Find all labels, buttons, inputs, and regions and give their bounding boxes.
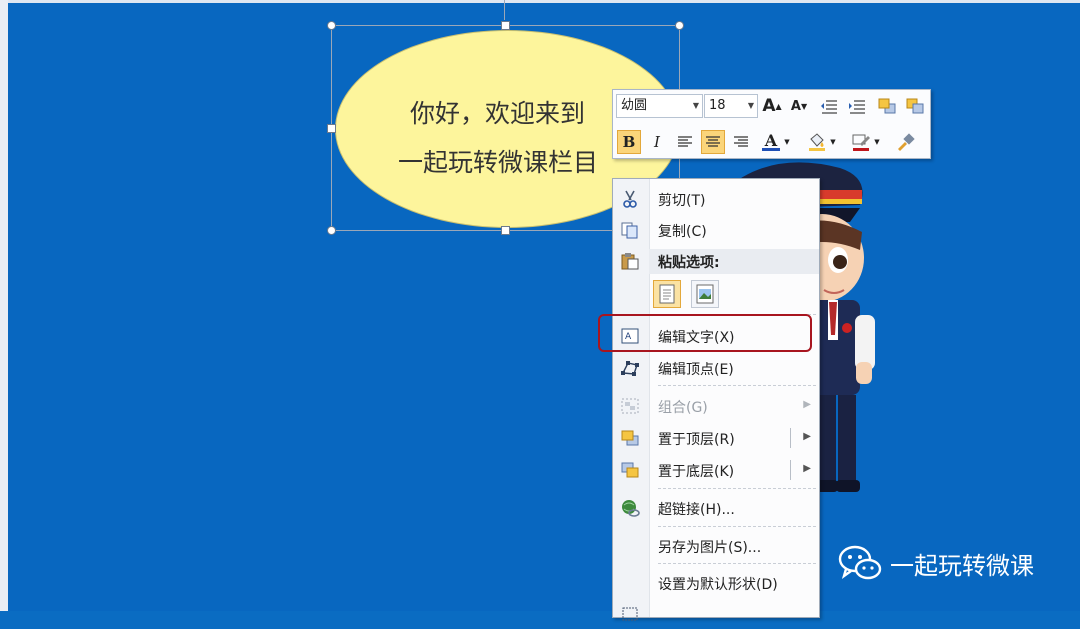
submenu-arrow-icon[interactable]: ▶ [803,463,811,474]
scissors-icon [619,189,641,209]
slide-left-edge [0,0,8,611]
split-divider [790,428,791,448]
group-icon [619,396,641,416]
font-name-value: 幼圆 [621,98,648,113]
menu-paste-options-header: 粘贴选项: [613,246,819,276]
slide-top-edge [0,0,1080,3]
align-center-button[interactable] [701,130,725,154]
resize-handle-left[interactable] [327,124,336,133]
menu-separator [658,488,816,489]
paste-icon [619,251,641,271]
menu-item-label: 置于底层(K) [658,464,735,480]
grow-font-button[interactable]: A ▲ [760,94,784,118]
resize-handle-top[interactable] [501,21,510,30]
paste-document-icon [659,284,675,304]
pen-outline-icon [852,134,870,151]
watermark-text: 一起玩转微课 [890,551,1034,580]
menu-separator [658,385,816,386]
send-backward-icon [906,98,924,114]
size-position-icon [619,604,641,624]
font-color-dropdown[interactable]: ▼ [781,130,793,154]
font-name-combo[interactable]: 幼圆 ▼ [616,94,703,118]
menu-item-hyperlink[interactable]: 超链接(H)... [613,493,819,523]
menu-item-label: 复制(C) [658,224,707,240]
menu-item-set-default-shape[interactable]: 设置为默认形状(D) [613,568,819,598]
menu-item-label: 超链接(H)... [658,502,735,518]
menu-separator [658,563,816,564]
font-size-combo[interactable]: 18 ▼ [704,94,758,118]
paste-options-label: 粘贴选项: [658,255,720,271]
menu-item-label: 组合(G) [658,400,708,416]
menu-item-label: 设置为默认形状(D) [658,577,778,593]
decrease-indent-button[interactable] [817,94,841,118]
align-center-icon [706,136,720,147]
menu-item-label: 编辑顶点(E) [658,362,734,378]
menu-item-edit-points[interactable]: 编辑顶点(E) [613,353,819,383]
resize-handle-bottom[interactable] [501,226,510,235]
shape-outline-dropdown[interactable]: ▼ [871,130,883,154]
rotation-stem [504,0,505,20]
mini-format-toolbar: 幼圆 ▼ 18 ▼ A ▲ A ▼ B I A ▼ ▼ ▼ [612,89,931,159]
context-menu: 剪切(T) 复制(C) 粘贴选项: A 编辑文字(X) 编辑顶点(E) 组合(G… [612,178,820,621]
chevron-down-icon: ▼ [747,101,754,110]
menu-item-copy[interactable]: 复制(C) [613,215,819,245]
shrink-font-button[interactable]: A ▼ [787,94,811,118]
menu-separator [658,526,816,527]
menu-item-bring-to-front[interactable]: 置于顶层(R) ▶ [613,423,819,453]
menu-item-label: 置于顶层(R) [658,432,735,448]
menu-item-label: 另存为图片(S)... [658,540,762,556]
resize-handle-bottom-left[interactable] [327,226,336,235]
bring-forward-button[interactable] [875,94,899,118]
bold-button[interactable]: B [617,130,641,154]
font-color-button[interactable]: A [759,130,783,154]
slide-canvas[interactable]: 你好，欢迎来到 一起玩转微课栏目 幼圆 ▼ 18 ▼ A ▲ A ▼ B I A… [0,0,1080,621]
menu-item-cut[interactable]: 剪切(T) [613,184,819,214]
submenu-arrow-icon: ▶ [803,399,811,410]
chevron-down-icon: ▼ [692,101,699,110]
align-right-button[interactable] [729,130,753,154]
menu-item-save-as-picture[interactable]: 另存为图片(S)... [613,531,819,561]
paste-picture-icon [696,284,714,304]
wechat-watermark: 一起玩转微课 [838,545,1034,581]
edit-points-icon [619,358,641,378]
shape-fill-button[interactable] [805,130,829,154]
copy-icon [619,220,641,240]
paint-bucket-icon [809,133,825,151]
send-backward-button[interactable] [903,94,927,118]
align-left-button[interactable] [673,130,697,154]
split-divider [790,460,791,480]
menu-item-size-position[interactable] [613,599,819,629]
paste-keep-text-button[interactable] [653,280,681,308]
increase-indent-button[interactable] [845,94,869,118]
format-painter-button[interactable] [893,130,917,154]
send-to-back-icon [619,460,641,480]
edit-text-highlight-frame [598,314,812,352]
shape-fill-dropdown[interactable]: ▼ [827,130,839,154]
decrease-indent-icon [821,100,837,114]
font-size-value: 18 [709,98,726,113]
format-painter-icon [898,133,915,151]
align-left-icon [678,136,692,147]
resize-handle-top-left[interactable] [327,21,336,30]
paste-as-picture-button[interactable] [691,280,719,308]
hyperlink-icon [619,498,641,518]
menu-item-group[interactable]: 组合(G) ▶ [613,391,819,421]
bring-forward-icon [878,98,896,114]
submenu-arrow-icon[interactable]: ▶ [803,431,811,442]
bring-to-front-icon [619,428,641,448]
menu-item-send-to-back[interactable]: 置于底层(K) ▶ [613,455,819,485]
align-right-icon [734,136,748,147]
menu-item-label: 剪切(T) [658,193,706,209]
font-color-swatch [762,147,780,151]
resize-handle-top-right[interactable] [675,21,684,30]
shape-outline-button[interactable] [849,130,873,154]
wechat-icon [838,545,882,580]
italic-button[interactable]: I [645,130,669,154]
increase-indent-icon [849,100,865,114]
